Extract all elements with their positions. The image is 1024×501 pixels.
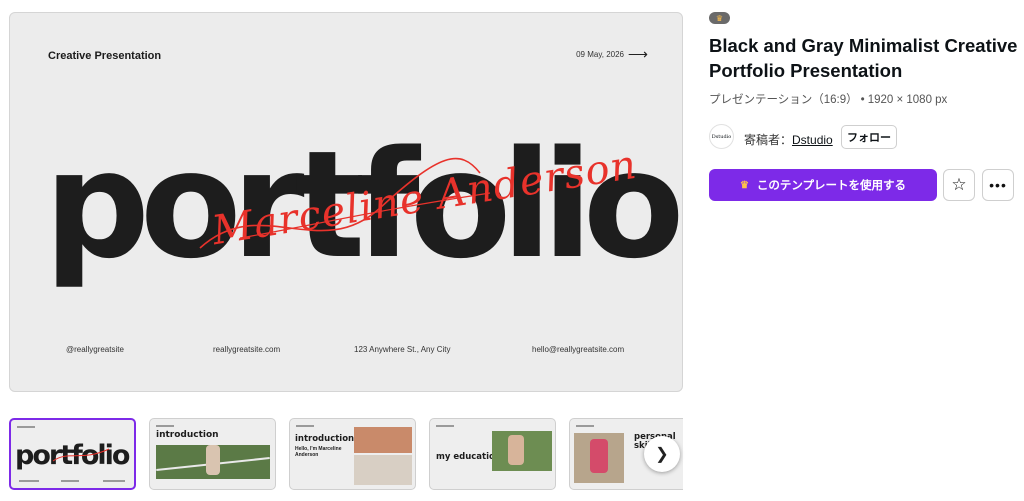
preview-date: 09 May, 2026 (576, 50, 624, 59)
thumbnail-subtitle: Hello, I'm Marceline Anderson (295, 446, 342, 458)
use-template-button[interactable]: ♛ このテンプレートを使用する (709, 169, 937, 201)
preview-footer-social: @reallygreatsite (66, 345, 124, 354)
contributor-label: 寄稿者： (744, 133, 793, 147)
preview-footer-website: reallygreatsite.com (213, 345, 281, 354)
template-title: Black and Gray Minimalist Creative Portf… (709, 35, 1018, 81)
arrow-right-icon: ⟶ (627, 46, 648, 62)
chevron-right-icon[interactable]: ❯ (644, 436, 680, 472)
template-meta: プレゼンテーション（16:9） • 1920 × 1080 px (709, 94, 948, 106)
crown-icon: ♛ (739, 179, 749, 191)
template-preview[interactable]: Creative Presentation 09 May, 2026 ⟶ por… (9, 12, 683, 392)
thumbnail-title: introduction (295, 434, 355, 444)
thumbnail-title: introduction (156, 430, 219, 440)
use-template-label: このテンプレートを使用する (756, 180, 907, 192)
contributor-link[interactable]: Dstudio (792, 133, 833, 147)
avatar[interactable]: Dstudio (709, 124, 734, 149)
thumbnail-page-2[interactable]: introduction (149, 418, 276, 490)
star-icon[interactable]: ☆ (943, 169, 975, 201)
template-dimensions: 1920 × 1080 px (867, 94, 948, 106)
preview-footer-address: 123 Anywhere St., Any City (354, 345, 451, 354)
follow-button[interactable]: フォロー (841, 125, 897, 149)
preview-header-title: Creative Presentation (48, 50, 162, 62)
thumbnail-strip: portfolio introduction introduction Hell… (9, 418, 683, 492)
preview-footer-email: hello@reallygreatsite.com (532, 345, 625, 354)
crown-icon: ♛ (709, 12, 730, 24)
script-swash-icon (52, 448, 110, 462)
template-type: プレゼンテーション（16:9） (709, 94, 858, 106)
contributor: 寄稿者：Dstudio (744, 131, 833, 148)
thumbnail-page-1[interactable]: portfolio (9, 418, 136, 490)
thumbnail-page-3[interactable]: introduction Hello, I'm Marceline Anders… (289, 418, 416, 490)
more-icon[interactable]: ••• (982, 169, 1014, 201)
thumbnail-page-4[interactable]: my education (429, 418, 556, 490)
